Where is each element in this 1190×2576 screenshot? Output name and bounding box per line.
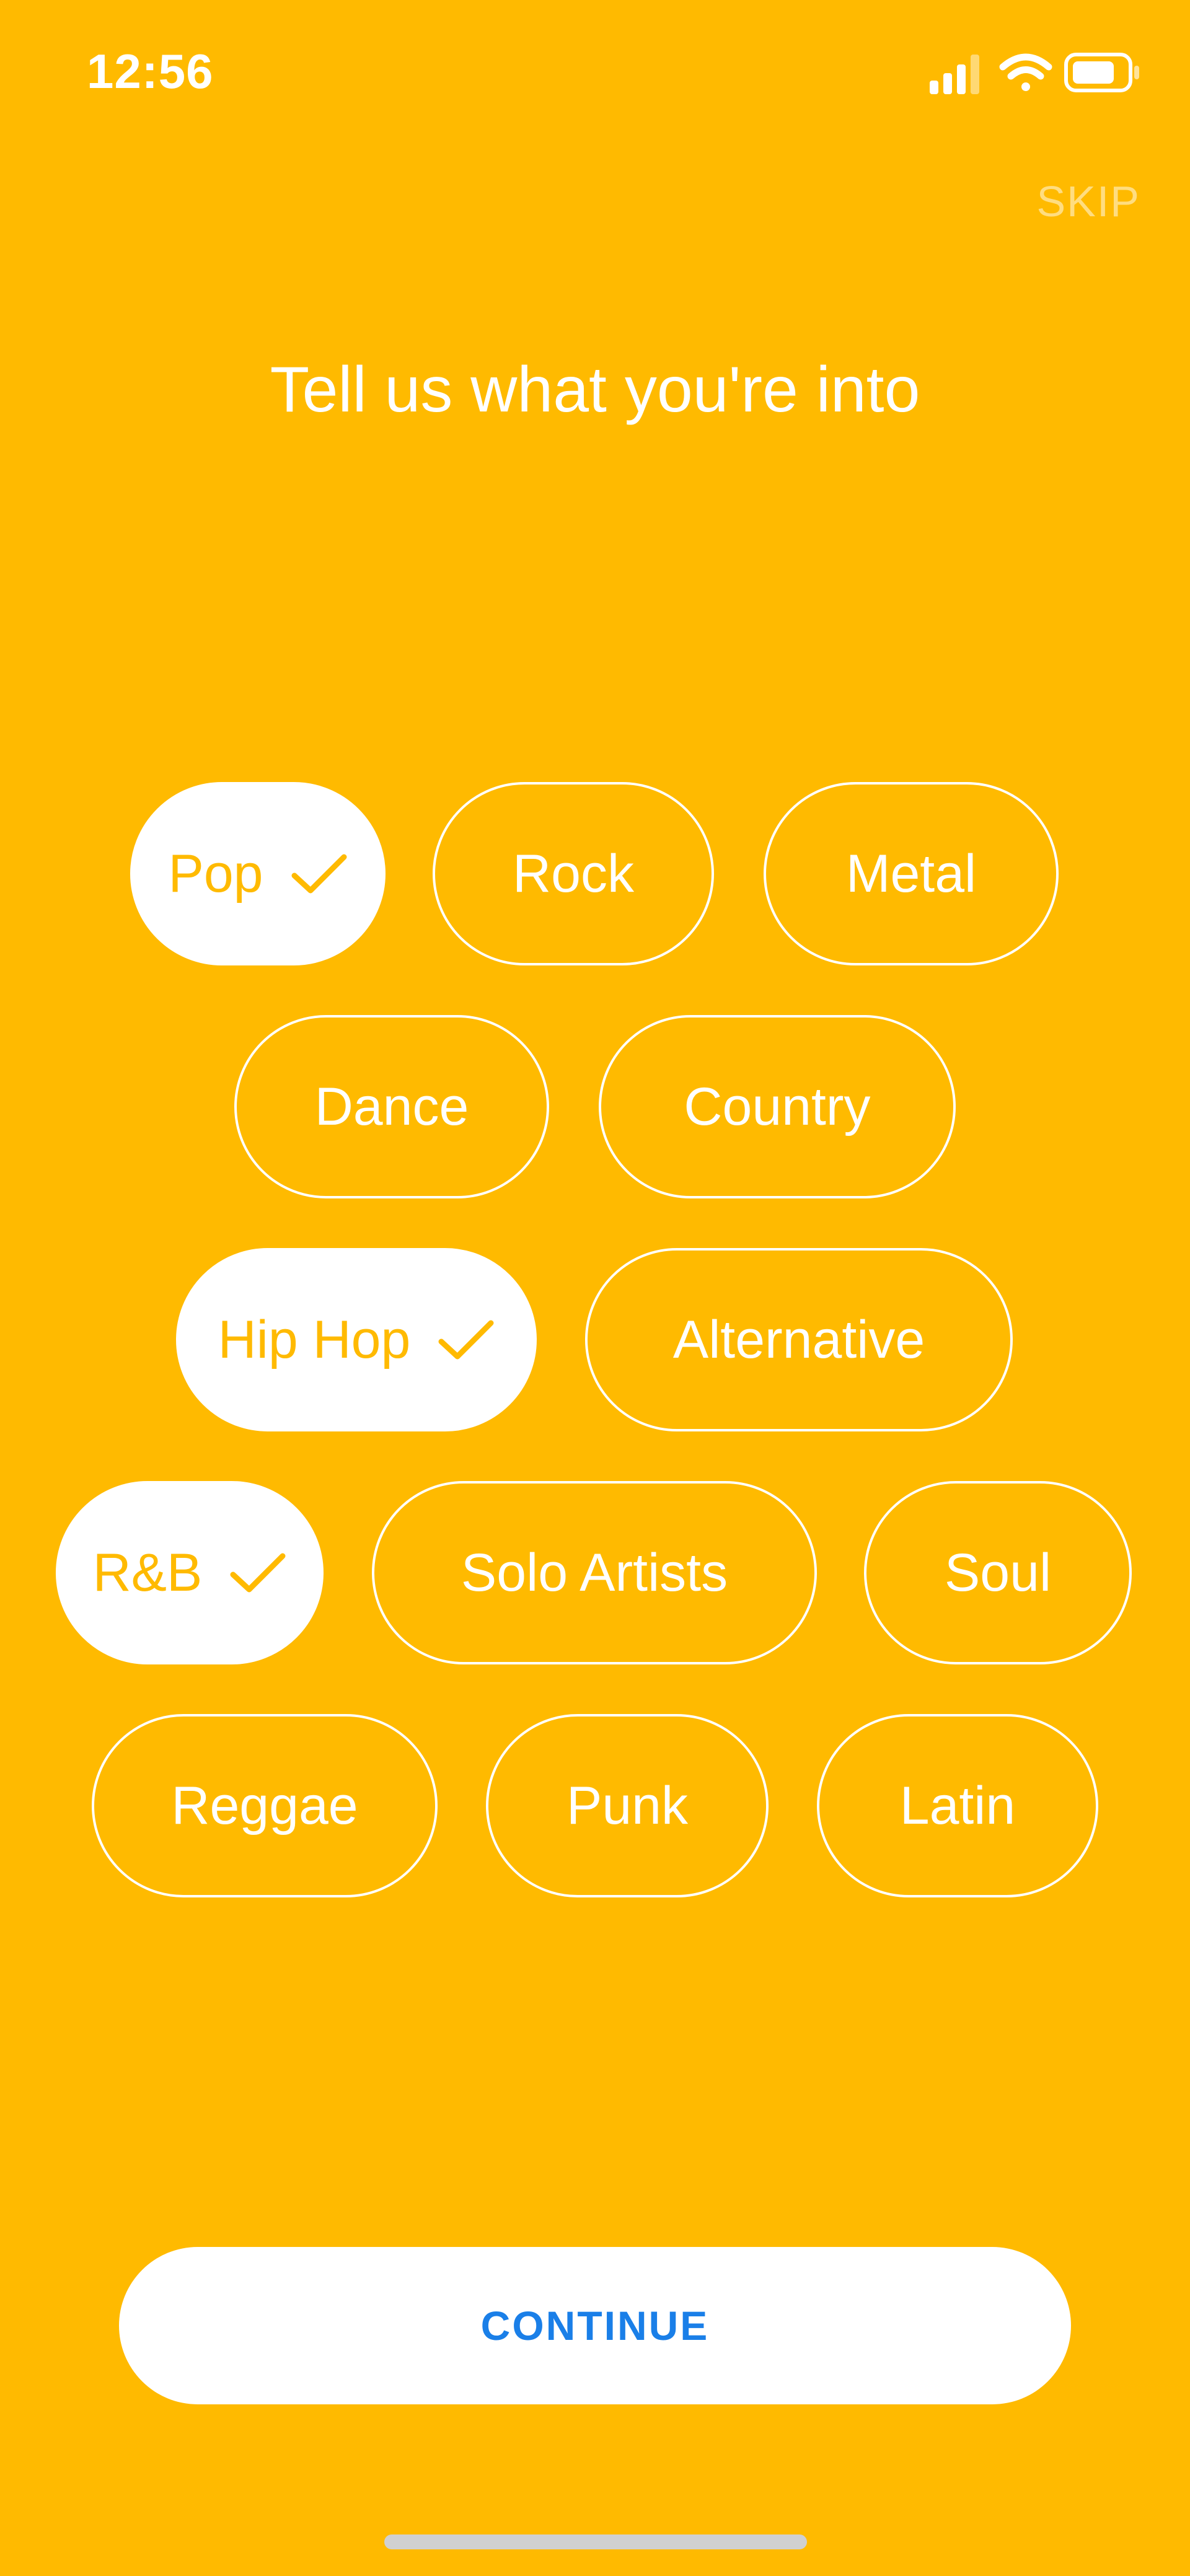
genre-pill-label: Pop [168,843,263,903]
checkmark-icon [230,1553,286,1593]
skip-button[interactable]: SKIP [1036,177,1140,226]
genre-pill-label: Hip Hop [218,1309,411,1369]
genre-pill-label: Reggae [171,1775,358,1835]
genre-pill-label: Soul [944,1542,1052,1602]
genre-pill-punk[interactable]: Punk [486,1714,769,1897]
genre-pill-label: R&B [92,1542,203,1602]
continue-button-label: CONTINUE [480,2303,710,2349]
genre-pill-latin[interactable]: Latin [817,1714,1098,1897]
genre-pill-label: Country [684,1076,871,1136]
genre-pill-label: Alternative [672,1309,925,1369]
genre-pill-metal[interactable]: Metal [764,782,1059,965]
genre-pill-rnb[interactable]: R&B [56,1481,324,1664]
checkmark-icon [438,1320,494,1360]
continue-button[interactable]: CONTINUE [119,2247,1071,2404]
page-title: Tell us what you're into [270,354,920,426]
genre-pill-solo-artists[interactable]: Solo Artists [372,1481,817,1664]
genre-pill-reggae[interactable]: Reggae [92,1714,438,1897]
battery-icon [1064,53,1139,92]
genre-pill-soul[interactable]: Soul [864,1481,1132,1664]
genre-pill-label: Latin [899,1775,1016,1835]
wifi-icon [999,53,1052,91]
genre-pill-alternative[interactable]: Alternative [585,1248,1013,1431]
genre-pill-country[interactable]: Country [599,1015,956,1198]
status-time: 12:56 [87,44,214,99]
genre-pill-label: Punk [566,1775,689,1835]
genre-pill-rock[interactable]: Rock [433,782,714,965]
genre-pill-label: Solo Artists [461,1542,728,1602]
checkmark-icon [291,854,347,894]
genre-pill-label: Metal [845,843,977,903]
home-indicator [384,2534,807,2549]
status-icons [930,53,1139,94]
genre-pill-dance[interactable]: Dance [234,1015,549,1198]
genre-pill-pop[interactable]: Pop [130,782,386,965]
genre-pill-label: Dance [314,1076,469,1136]
genre-picker-screen: 12:56 SKIP Tell us what you're into Pop … [0,0,1190,2576]
cellular-signal-icon [930,55,979,94]
genre-pill-label: Rock [513,843,634,903]
genre-pill-hip-hop[interactable]: Hip Hop [176,1248,537,1431]
